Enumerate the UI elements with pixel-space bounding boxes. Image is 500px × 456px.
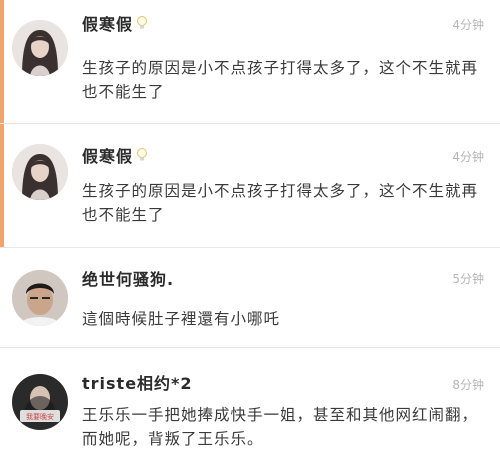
username[interactable]: 绝世何骚狗. <box>82 266 174 290</box>
comment-text: 生孩子的原因是小不点孩子打得太多了，这个不生就再也不能生了 <box>82 59 479 101</box>
user-avatar-image <box>12 144 68 200</box>
avatar[interactable] <box>12 20 68 76</box>
comment-text: 生孩子的原因是小不点孩子打得太多了，这个不生就再也不能生了 <box>82 182 479 224</box>
username-row: 假寒假 <box>82 143 148 167</box>
comment-time: 4分钟 <box>452 150 484 164</box>
comment-time: 4分钟 <box>452 18 484 32</box>
user-avatar-image: 我要晚安 <box>12 374 68 430</box>
user-avatar-image <box>12 20 68 76</box>
comment-text: 這個時候肚子裡還有小哪吒 <box>82 310 281 328</box>
user-avatar-image <box>12 270 68 326</box>
comment-feed: 假寒假 4分钟 生孩子的原因是小不点孩子打得太多了，这个不生就再也不能生了 假寒… <box>0 0 500 456</box>
username[interactable]: triste相约*2 <box>82 370 193 394</box>
avatar-caption: 我要晚安 <box>26 412 54 421</box>
comment-item[interactable]: 假寒假 4分钟 生孩子的原因是小不点孩子打得太多了，这个不生就再也不能生了 <box>0 0 500 124</box>
lightbulb-badge-icon <box>136 15 148 31</box>
username-row: 绝世何骚狗. <box>82 266 174 290</box>
avatar[interactable]: 我要晚安 <box>12 374 68 430</box>
lightbulb-badge-icon <box>136 147 148 163</box>
username-row: triste相约*2 <box>82 370 193 394</box>
username-row: 假寒假 <box>82 11 148 35</box>
comment-time: 5分钟 <box>452 272 484 286</box>
username[interactable]: 假寒假 <box>82 11 133 35</box>
comment-item[interactable]: 假寒假 4分钟 生孩子的原因是小不点孩子打得太多了，这个不生就再也不能生了 <box>0 124 500 248</box>
avatar[interactable] <box>12 270 68 326</box>
avatar[interactable] <box>12 144 68 200</box>
comment-text: 王乐乐一手把她捧成快手一姐，甚至和其他网红闹翻，而她呢，背叛了王乐乐。 <box>82 406 479 448</box>
username[interactable]: 假寒假 <box>82 143 133 167</box>
comment-time: 8分钟 <box>452 378 484 392</box>
comment-item[interactable]: 绝世何骚狗. 5分钟 這個時候肚子裡還有小哪吒 <box>0 248 500 348</box>
comment-item[interactable]: 我要晚安 triste相约*2 8分钟 王乐乐一手把她捧成快手一姐，甚至和其他网… <box>0 348 500 456</box>
